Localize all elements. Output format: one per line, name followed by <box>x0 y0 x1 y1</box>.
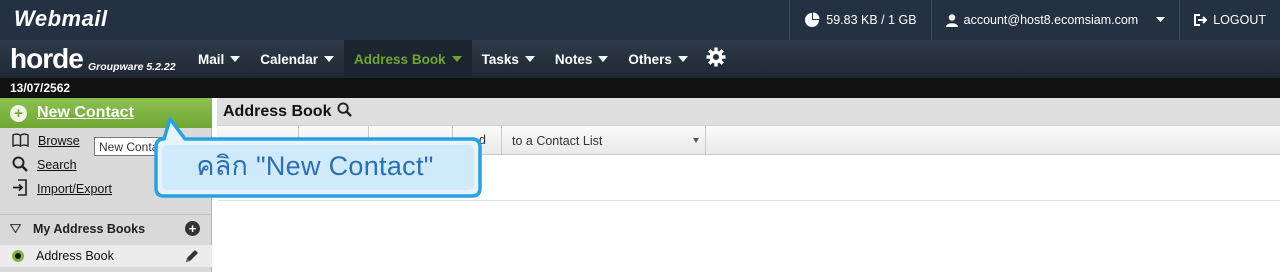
nav-tasks-label: Tasks <box>481 51 519 67</box>
caret-down-icon <box>598 56 609 62</box>
list-divider <box>217 200 1280 201</box>
topbar-right: 59.83 KB / 1 GB account@host8.ecomsiam.c… <box>789 0 1280 40</box>
nav-mail-label: Mail <box>198 51 225 67</box>
caret-down-icon <box>524 56 535 62</box>
logout-label: LOGOUT <box>1213 13 1266 27</box>
sidebar-item-import-export-label: Import/Export <box>37 182 113 196</box>
nav-address-book-label: Address Book <box>354 51 446 67</box>
webmail-logo: Webmail <box>14 6 108 31</box>
webmail-topbar: Webmail 59.83 KB / 1 GB account@host8.ec… <box>0 0 1280 40</box>
nav-mail[interactable]: Mail <box>188 40 250 78</box>
sidebar-item-browse-label: Browse <box>38 134 80 148</box>
add-to-contact-list-select[interactable]: to a Contact List <box>501 126 706 155</box>
add-to-contact-list-label: to a Contact List <box>512 133 603 148</box>
my-address-books-title: My Address Books <box>33 222 146 236</box>
collapse-triangle-icon <box>9 222 22 236</box>
add-address-book-icon[interactable]: + <box>185 221 200 236</box>
chevron-down-icon <box>1156 17 1166 23</box>
caret-down-icon <box>324 56 335 62</box>
caret-down-icon <box>677 56 688 62</box>
radio-selected-icon <box>12 250 24 262</box>
quota-text: 59.83 KB / 1 GB <box>826 13 917 27</box>
pie-chart-icon <box>804 12 820 28</box>
logout-button[interactable]: LOGOUT <box>1179 0 1280 40</box>
sidebar-item-search-label: Search <box>37 158 77 172</box>
address-book-label: Address Book <box>36 249 114 263</box>
add-circle-icon: + <box>10 104 27 122</box>
main-menu: Mail Calendar Address Book Tasks Notes O… <box>188 40 734 78</box>
logout-icon <box>1194 14 1208 26</box>
new-contact-label: New Contact <box>37 104 134 121</box>
caret-down-icon <box>451 56 462 62</box>
settings-button[interactable] <box>698 40 734 78</box>
current-date: 13/07/2562 <box>10 81 71 95</box>
search-icon <box>12 156 28 175</box>
sidebar-divider <box>0 214 212 215</box>
nav-tasks[interactable]: Tasks <box>472 40 545 78</box>
caret-down-icon <box>230 56 241 62</box>
nav-address-book[interactable]: Address Book <box>344 40 472 78</box>
date-bar: 13/07/2562 <box>0 78 1280 98</box>
nav-notes-label: Notes <box>554 51 593 67</box>
book-icon <box>12 132 29 150</box>
quota-indicator[interactable]: 59.83 KB / 1 GB <box>789 0 930 40</box>
import-export-icon <box>12 179 28 199</box>
account-menu[interactable]: account@host8.ecomsiam.com <box>930 0 1180 40</box>
gear-icon <box>706 47 726 72</box>
callout-instruction: คลิก "New Contact" <box>196 150 434 181</box>
nav-others-label: Others <box>628 51 672 67</box>
nav-calendar[interactable]: Calendar <box>250 40 344 78</box>
horde-navbar: horde Groupware 5.2.22 Mail Calendar Add… <box>0 40 1280 78</box>
nav-others[interactable]: Others <box>618 40 698 78</box>
my-address-books-header[interactable]: My Address Books + <box>0 218 212 240</box>
sidebar-item-address-book[interactable]: Address Book <box>0 245 212 267</box>
horde-logo[interactable]: horde <box>10 43 84 75</box>
nav-calendar-label: Calendar <box>260 51 319 67</box>
dropdown-arrow-icon <box>693 138 699 143</box>
account-email: account@host8.ecomsiam.com <box>963 13 1139 27</box>
user-icon <box>945 13 958 27</box>
pencil-icon[interactable] <box>184 248 200 267</box>
nav-notes[interactable]: Notes <box>545 40 619 78</box>
horde-version: Groupware 5.2.22 <box>88 61 176 73</box>
